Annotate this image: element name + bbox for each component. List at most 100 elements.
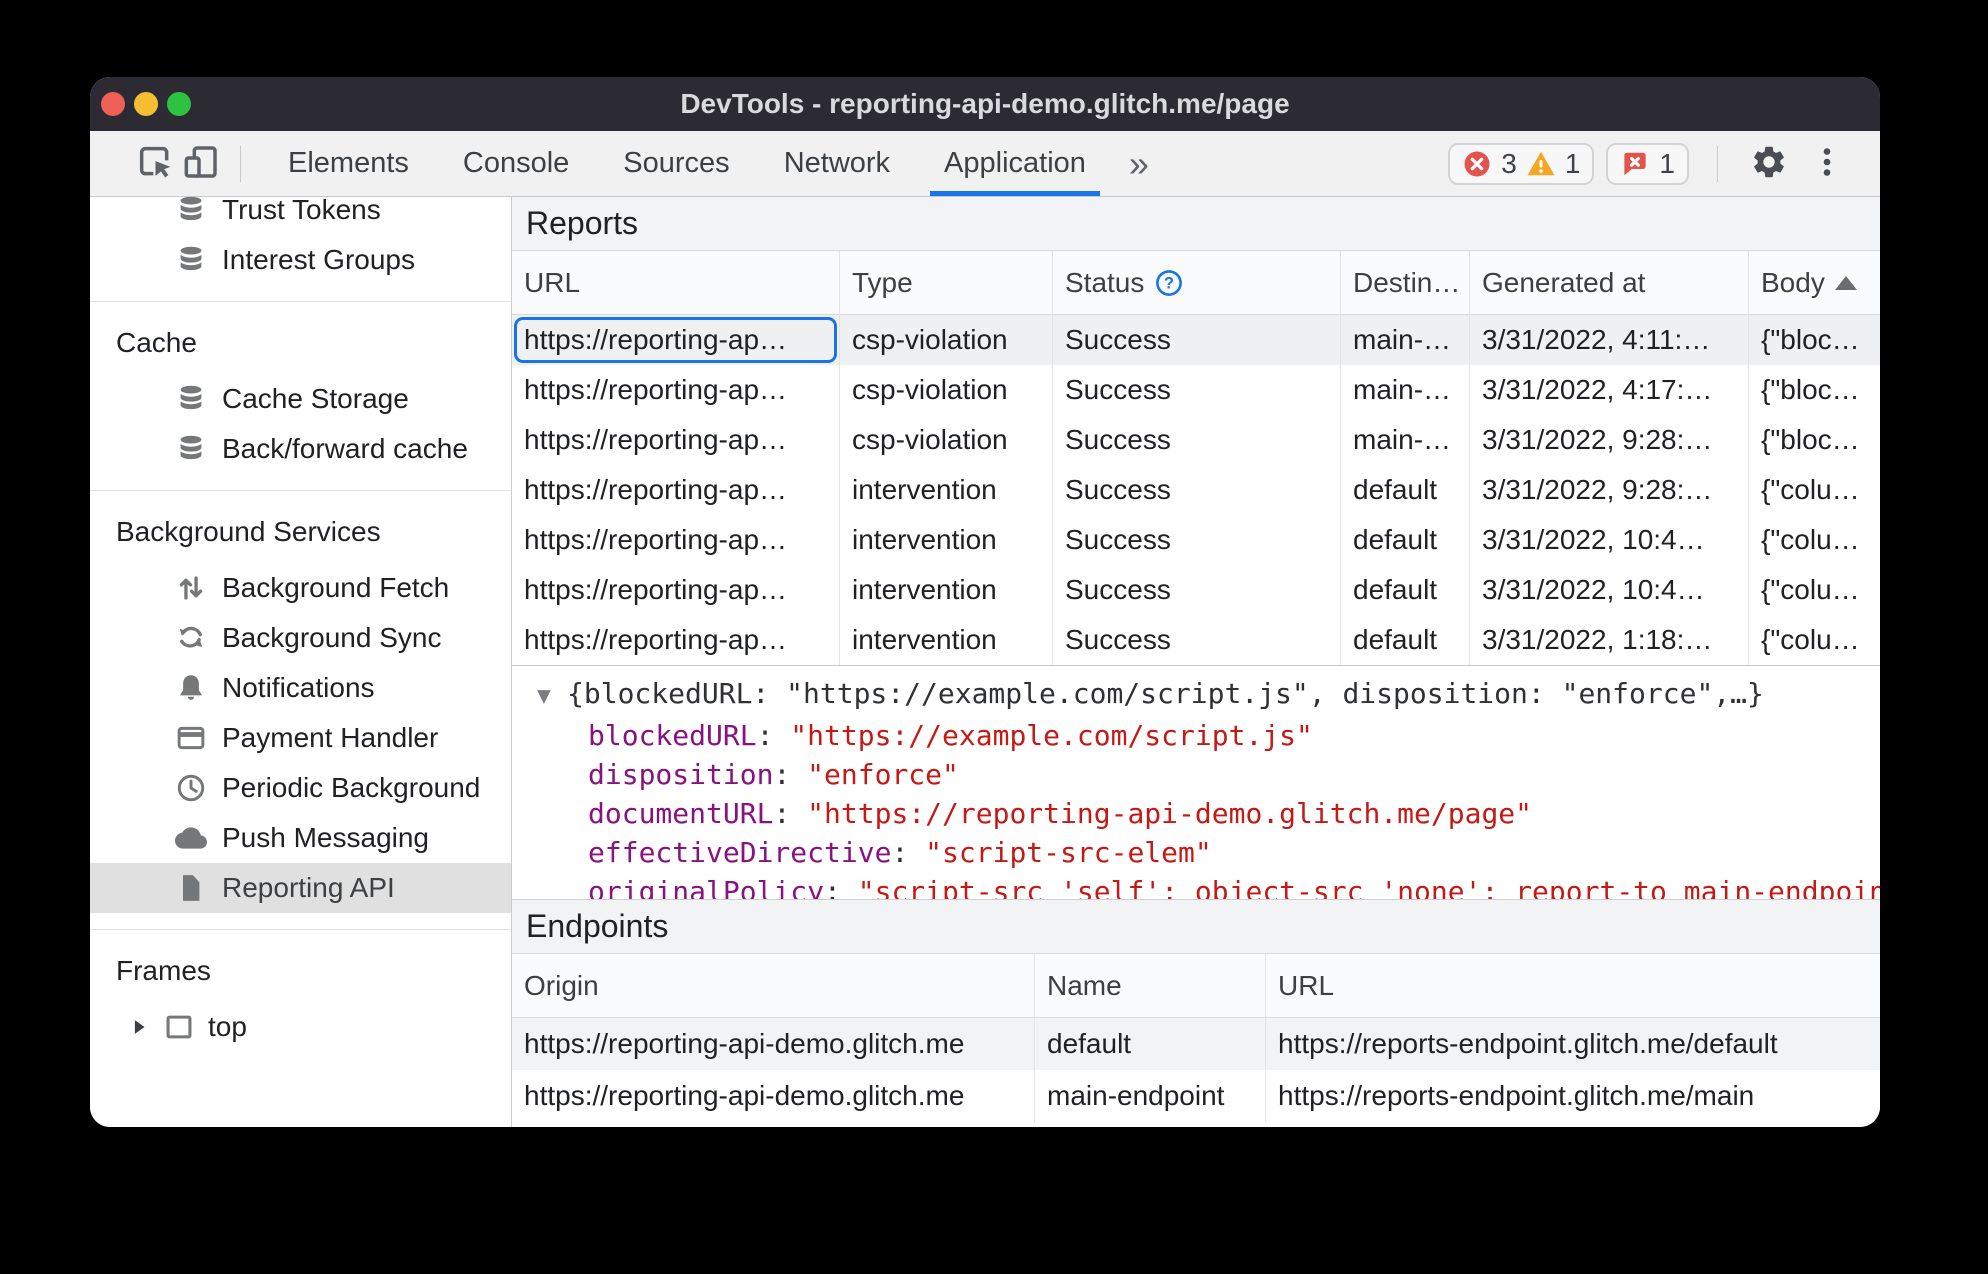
cell-url[interactable]: https://reporting-ap… (512, 315, 840, 365)
tab-sources[interactable]: Sources (596, 131, 756, 196)
sidebar-section-cache: Cache (116, 327, 197, 358)
cell-destination[interactable]: default (1341, 615, 1470, 665)
cell-status[interactable]: Success (1053, 615, 1341, 665)
sidebar-item-trust-tokens[interactable]: Trust Tokens (90, 197, 511, 235)
cell-body[interactable]: {"bloc… (1749, 365, 1880, 415)
report-row[interactable]: https://reporting-ap… intervention Success… (512, 465, 1880, 515)
cell-type[interactable]: csp-violation (840, 315, 1053, 365)
cell-url[interactable]: https://reporting-ap… (512, 415, 840, 465)
customize-menu-button[interactable] (1804, 141, 1850, 187)
cell-body[interactable]: {"bloc… (1749, 315, 1880, 365)
column-header-url[interactable]: URL (1266, 954, 1880, 1018)
cell-destination[interactable]: main-… (1341, 365, 1470, 415)
cell-status[interactable]: Success (1053, 315, 1341, 365)
cell-status[interactable]: Success (1053, 465, 1341, 515)
help-icon[interactable]: ? (1154, 268, 1184, 298)
sidebar-item-background-sync[interactable]: Background Sync (90, 613, 511, 663)
issues-button[interactable]: 1 (1606, 142, 1689, 185)
report-row[interactable]: https://reporting-ap… intervention Success… (512, 565, 1880, 615)
column-header-origin[interactable]: Origin (512, 954, 1035, 1018)
cell-type[interactable]: intervention (840, 565, 1053, 615)
zoom-window-button[interactable] (167, 92, 191, 116)
cell-status[interactable]: Success (1053, 415, 1341, 465)
cell-generated-at[interactable]: 3/31/2022, 9:28:… (1470, 415, 1749, 465)
column-header-status[interactable]: Status? (1053, 251, 1341, 315)
column-header-destin[interactable]: Destin… (1341, 251, 1470, 315)
cell-url[interactable]: https://reporting-ap… (512, 565, 840, 615)
cell-type[interactable]: csp-violation (840, 365, 1053, 415)
cell-generated-at[interactable]: 3/31/2022, 9:28:… (1470, 465, 1749, 515)
column-header-type[interactable]: Type (840, 251, 1053, 315)
sidebar-item-back-forward-cache[interactable]: Back/forward cache (90, 424, 511, 474)
json-preview-line[interactable]: ▼ {blockedURL: "https://example.com/scrip… (537, 674, 1880, 716)
cell-url[interactable]: https://reporting-ap… (512, 515, 840, 565)
report-row[interactable]: https://reporting-ap… intervention Success… (512, 615, 1880, 665)
cell-type[interactable]: csp-violation (840, 415, 1053, 465)
report-row[interactable]: https://reporting-ap… csp-violation Succes… (512, 315, 1880, 365)
sidebar-item-interest-groups[interactable]: Interest Groups (90, 235, 511, 285)
cell-status[interactable]: Success (1053, 365, 1341, 415)
column-header-generated-at[interactable]: Generated at (1470, 251, 1749, 315)
sidebar-item-push-messaging[interactable]: Push Messaging (90, 813, 511, 863)
sidebar-item-notifications[interactable]: Notifications (90, 663, 511, 713)
cell-destination[interactable]: default (1341, 465, 1470, 515)
sidebar-item-top[interactable]: top (90, 1002, 511, 1052)
cell-generated-at[interactable]: 3/31/2022, 10:4… (1470, 565, 1749, 615)
cell-body[interactable]: {"colu… (1749, 465, 1880, 515)
cell-status[interactable]: Success (1053, 515, 1341, 565)
cell-destination[interactable]: default (1341, 565, 1470, 615)
tab-console[interactable]: Console (436, 131, 596, 196)
close-window-button[interactable] (101, 92, 125, 116)
tab-elements[interactable]: Elements (261, 131, 436, 196)
report-row[interactable]: https://reporting-ap… intervention Success… (512, 515, 1880, 565)
sidebar-item-cache-storage[interactable]: Cache Storage (90, 374, 511, 424)
sidebar-item-payment-handler[interactable]: Payment Handler (90, 713, 511, 763)
json-property-key: originalPolicy (588, 875, 825, 899)
cell-url[interactable]: https://reports-endpoint.glitch.me/main (1266, 1070, 1880, 1122)
cell-status[interactable]: Success (1053, 565, 1341, 615)
tab-application[interactable]: Application (917, 131, 1113, 196)
cell-destination[interactable]: main-… (1341, 415, 1470, 465)
column-header-url[interactable]: URL (512, 251, 840, 315)
cell-url[interactable]: https://reporting-ap… (512, 615, 840, 665)
cell-generated-at[interactable]: 3/31/2022, 1:18:… (1470, 615, 1749, 665)
cell-type[interactable]: intervention (840, 615, 1053, 665)
endpoint-row[interactable]: https://reporting-api-demo.glitch.me defa… (512, 1018, 1880, 1070)
console-errors-warnings-button[interactable]: 3 1 (1448, 142, 1595, 185)
sidebar-item-background-fetch[interactable]: Background Fetch (90, 563, 511, 613)
tab-network[interactable]: Network (757, 131, 917, 196)
cell-generated-at[interactable]: 3/31/2022, 10:4… (1470, 515, 1749, 565)
inspect-element-button[interactable] (132, 141, 178, 187)
minimize-window-button[interactable] (134, 92, 158, 116)
endpoint-row[interactable]: https://reporting-api-demo.glitch.me main… (512, 1070, 1880, 1122)
cell-generated-at[interactable]: 3/31/2022, 4:17:… (1470, 365, 1749, 415)
device-toolbar-button[interactable] (178, 141, 224, 187)
sidebar-item-reporting-api[interactable]: Reporting API (90, 863, 511, 913)
more-tabs-button[interactable]: » (1113, 134, 1165, 194)
cell-body[interactable]: {"colu… (1749, 565, 1880, 615)
cell-type[interactable]: intervention (840, 515, 1053, 565)
cell-url[interactable]: https://reporting-ap… (512, 465, 840, 515)
cell-destination[interactable]: main-… (1341, 315, 1470, 365)
sidebar-item-label: Cache Storage (222, 383, 409, 414)
sidebar-item-periodic-background[interactable]: Periodic Background (90, 763, 511, 813)
cell-generated-at[interactable]: 3/31/2022, 4:11:… (1470, 315, 1749, 365)
cell-url[interactable]: https://reporting-ap… (512, 365, 840, 415)
cell-name[interactable]: main-endpoint (1035, 1070, 1266, 1122)
report-row[interactable]: https://reporting-ap… csp-violation Succes… (512, 365, 1880, 415)
settings-button[interactable] (1746, 141, 1792, 187)
titlebar: DevTools - reporting-api-demo.glitch.me/… (90, 77, 1880, 131)
cell-body[interactable]: {"bloc… (1749, 415, 1880, 465)
cell-body[interactable]: {"colu… (1749, 615, 1880, 665)
column-header-body[interactable]: Body (1749, 251, 1880, 315)
cell-url[interactable]: https://reports-endpoint.glitch.me/defau… (1266, 1018, 1880, 1070)
json-expand-triangle-icon[interactable]: ▼ (537, 677, 567, 716)
cell-destination[interactable]: default (1341, 515, 1470, 565)
cell-body[interactable]: {"colu… (1749, 515, 1880, 565)
cell-name[interactable]: default (1035, 1018, 1266, 1070)
column-header-name[interactable]: Name (1035, 954, 1266, 1018)
cell-origin[interactable]: https://reporting-api-demo.glitch.me (512, 1070, 1035, 1122)
cell-type[interactable]: intervention (840, 465, 1053, 515)
report-row[interactable]: https://reporting-ap… csp-violation Succes… (512, 415, 1880, 465)
cell-origin[interactable]: https://reporting-api-demo.glitch.me (512, 1018, 1035, 1070)
